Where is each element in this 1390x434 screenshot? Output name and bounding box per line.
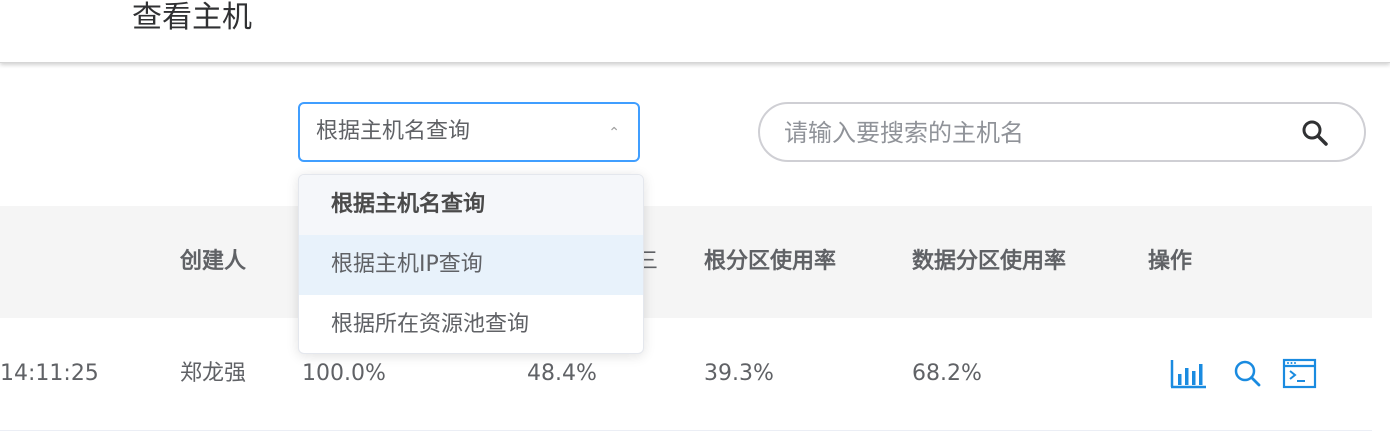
cell-creator: 郑龙强 [180,361,247,386]
query-type-dropdown: 根据主机名查询 根据主机IP查询 根据所在资源池查询 [298,174,644,354]
cell-root-usage: 39.3% [704,361,774,386]
table-row: 14:11:25 郑龙强 100.0% 48.4% 39.3% 68.2% [0,318,1372,431]
terminal-icon[interactable] [1282,358,1318,390]
dropdown-option-by-hostname[interactable]: 根据主机名查询 [299,175,643,235]
column-header-actions: 操作 [1148,249,1193,274]
cell-time: 14:11:25 [0,361,99,386]
search-input[interactable] [784,114,1264,152]
table-header: 创建人 三 根分区使用率 数据分区使用率 操作 [0,206,1372,318]
page-header: 查看主机 [0,0,1390,63]
column-header-creator: 创建人 [180,249,247,274]
query-type-selected: 根据主机名查询 [316,119,471,144]
dropdown-option-by-resource-pool[interactable]: 根据所在资源池查询 [299,295,643,353]
query-type-select[interactable]: 根据主机名查询 ⌃ [298,102,640,162]
search-icon[interactable] [1300,118,1330,148]
chevron-up-icon: ⌃ [608,125,620,141]
page-title: 查看主机 [132,0,252,35]
dropdown-option-by-ip[interactable]: 根据主机IP查询 [299,235,643,295]
bar-chart-icon[interactable] [1170,358,1206,390]
search-icon[interactable] [1232,358,1268,390]
search-box[interactable] [758,102,1366,162]
column-header-data-usage: 数据分区使用率 [912,249,1067,274]
cell-data-usage: 68.2% [912,361,982,386]
column-header-root-usage: 根分区使用率 [704,249,837,274]
